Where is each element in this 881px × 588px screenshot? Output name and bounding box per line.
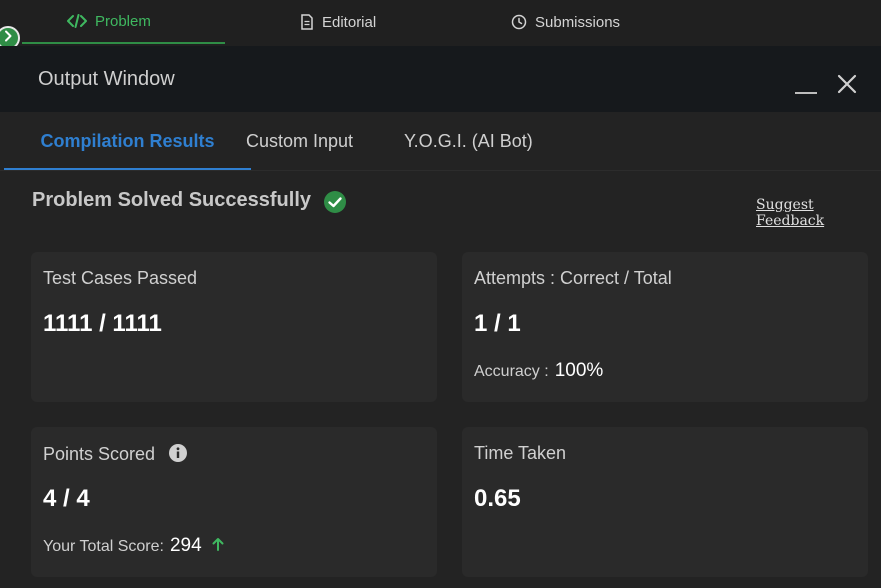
points-card: Points Scored 4 / 4 Your Total Score: 29… xyxy=(31,427,437,577)
tab-submissions[interactable]: Submissions xyxy=(511,0,620,44)
total-score-label: Your Total Score: xyxy=(43,538,164,555)
minimize-button[interactable] xyxy=(795,92,817,94)
total-score-value: 294 xyxy=(169,535,202,556)
close-icon xyxy=(836,74,858,99)
tab-yogi-ai-bot[interactable]: Y.O.G.I. (AI Bot) xyxy=(404,112,533,168)
test-cases-card: Test Cases Passed 1111 / 1111 xyxy=(31,252,437,402)
code-icon xyxy=(67,14,87,28)
problem-tabs-bar: Problem Editorial Submissions xyxy=(0,0,881,46)
time-taken-value: 0.65 xyxy=(474,485,521,512)
tab-problem[interactable]: Problem xyxy=(22,0,225,44)
output-window-title: Output Window xyxy=(38,68,175,90)
info-icon[interactable] xyxy=(168,443,188,468)
arrow-up-icon xyxy=(212,537,224,556)
close-button[interactable] xyxy=(836,73,858,95)
points-label: Points Scored xyxy=(43,444,156,464)
total-score-row: Your Total Score: 294 xyxy=(43,535,224,557)
attempts-card: Attempts : Correct / Total 1 / 1 Accurac… xyxy=(462,252,868,402)
accuracy-value: 100% xyxy=(554,360,604,381)
check-circle-icon xyxy=(323,190,347,214)
time-taken-label: Time Taken xyxy=(474,443,567,463)
tab-editorial[interactable]: Editorial xyxy=(300,0,376,44)
accuracy-row: Accuracy : 100% xyxy=(474,360,603,382)
output-tabs-bar: Compilation Results Custom Input Y.O.G.I… xyxy=(0,112,881,171)
document-icon xyxy=(300,14,314,30)
test-cases-label: Test Cases Passed xyxy=(43,268,198,288)
chevron-right-icon xyxy=(3,29,13,47)
tab-editorial-label: Editorial xyxy=(322,13,377,31)
tab-compilation-results[interactable]: Compilation Results xyxy=(4,112,251,170)
attempts-value: 1 / 1 xyxy=(474,310,521,337)
output-window-header: Output Window xyxy=(0,46,881,112)
test-cases-value: 1111 / 1111 xyxy=(43,310,162,337)
clock-icon xyxy=(511,14,527,30)
status-title: Problem Solved Successfully xyxy=(32,189,311,211)
points-label-row: Points Scored xyxy=(43,443,188,468)
suggest-feedback-link[interactable]: Suggest Feedback xyxy=(756,197,881,229)
tab-custom-input[interactable]: Custom Input xyxy=(246,112,353,168)
attempts-label: Attempts : Correct / Total xyxy=(474,268,672,288)
points-value: 4 / 4 xyxy=(43,485,90,512)
compilation-results-panel: Problem Solved Successfully Suggest Feed… xyxy=(0,171,881,588)
tab-problem-label: Problem xyxy=(95,12,151,30)
tab-submissions-label: Submissions xyxy=(535,13,621,31)
time-taken-card: Time Taken 0.65 xyxy=(462,427,868,577)
accuracy-label: Accuracy : xyxy=(474,363,549,380)
